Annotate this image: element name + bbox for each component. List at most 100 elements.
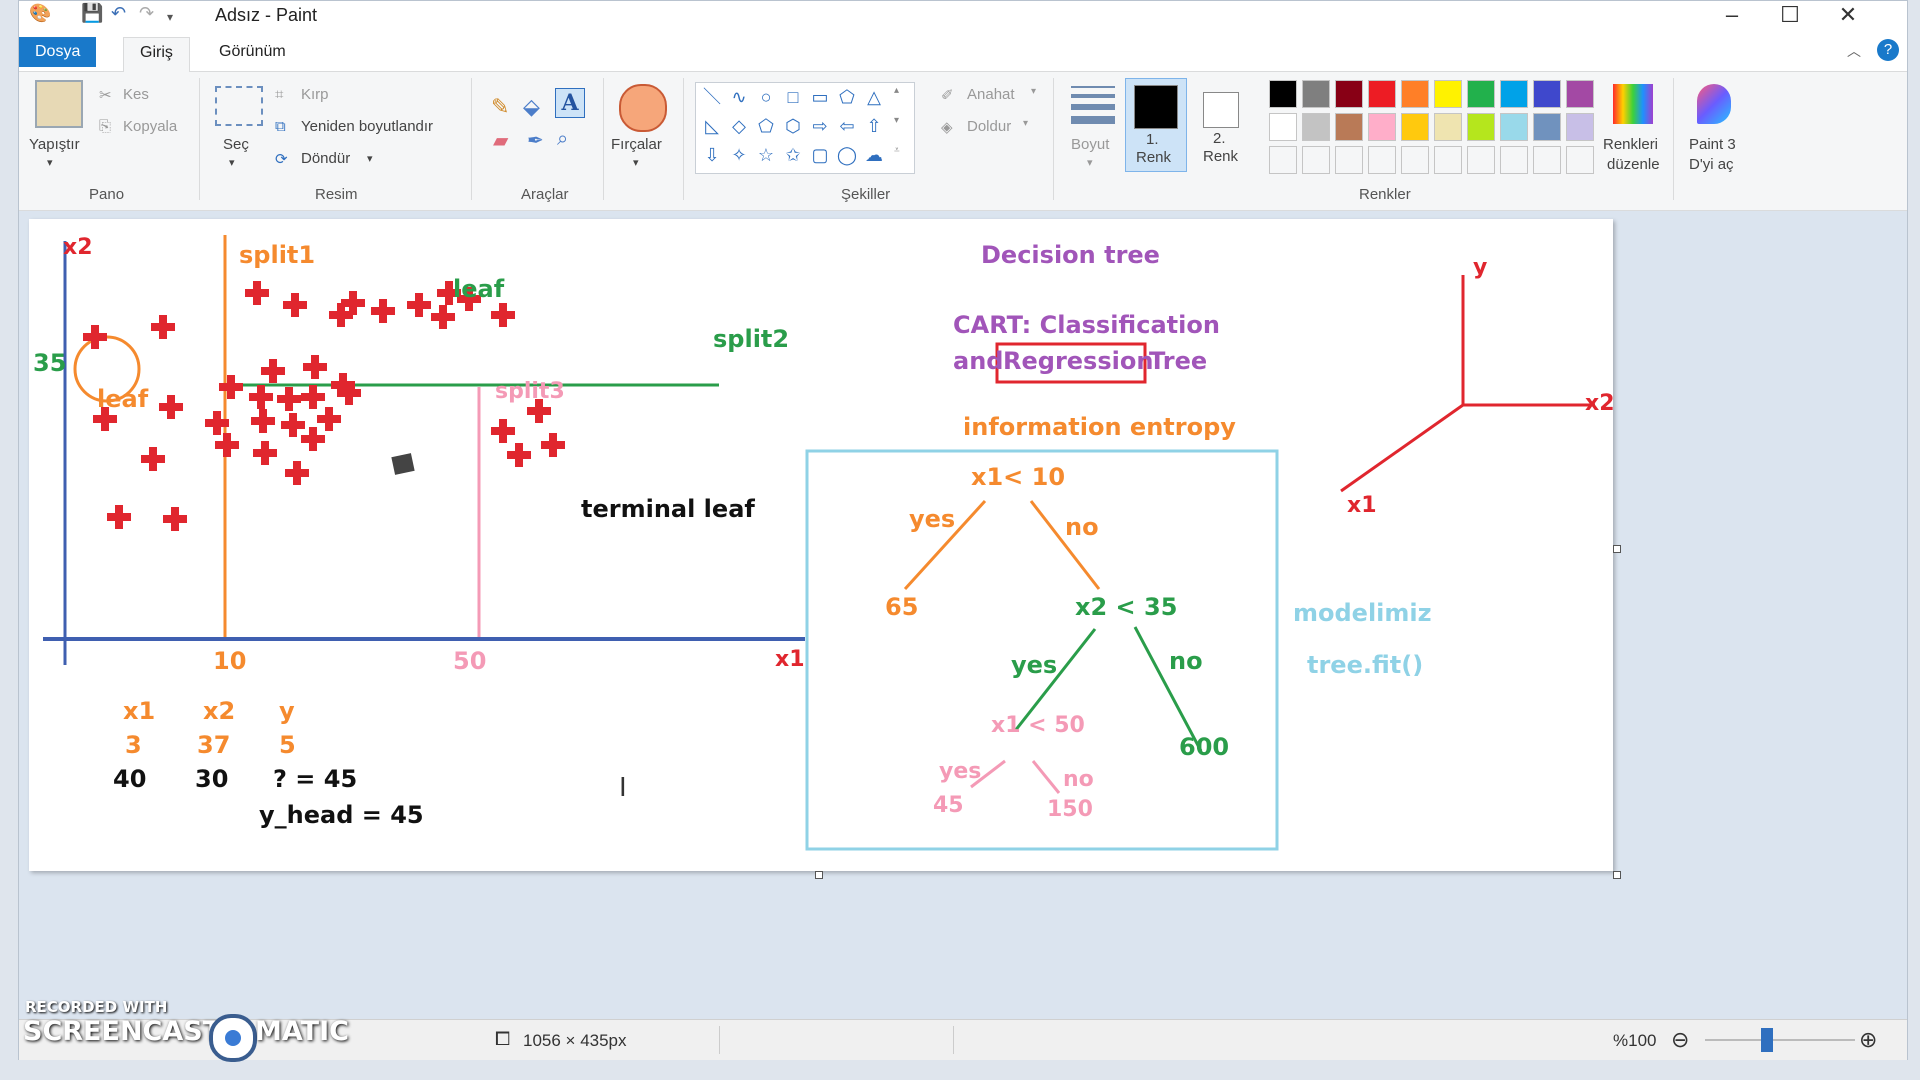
shape-tool-icon[interactable]: ＼	[700, 85, 724, 109]
palette-swatch[interactable]	[1368, 113, 1396, 141]
tab-file[interactable]: Dosya	[19, 37, 97, 67]
brushes-dropdown-icon[interactable]: ▾	[633, 156, 639, 169]
shape-tool-icon[interactable]: ◺	[700, 114, 724, 138]
palette-swatch[interactable]	[1302, 80, 1330, 108]
resize-button[interactable]: Yeniden boyutlandır	[301, 118, 433, 135]
zoom-out-icon[interactable]: ⊖	[1671, 1027, 1689, 1053]
drawing-canvas[interactable]: x2 x1 split1 split2 split3 leaf leaf ter…	[29, 219, 1615, 871]
tab-view[interactable]: Görünüm	[203, 37, 302, 67]
shape-tool-icon[interactable]: ▭	[808, 85, 832, 109]
shape-tool-icon[interactable]: ▢	[808, 143, 832, 167]
shape-tool-icon[interactable]: ⬡	[781, 114, 805, 138]
palette-swatch[interactable]	[1269, 80, 1297, 108]
palette-swatch[interactable]	[1302, 113, 1330, 141]
palette-swatch[interactable]	[1533, 146, 1561, 174]
palette-swatch[interactable]	[1467, 113, 1495, 141]
shape-tool-icon[interactable]: ☆	[754, 143, 778, 167]
eraser-icon[interactable]: ▰	[493, 128, 508, 153]
palette-swatch[interactable]	[1467, 80, 1495, 108]
size-icon[interactable]	[1071, 86, 1115, 124]
paint3d-icon[interactable]	[1697, 84, 1731, 124]
outline-dropdown-icon[interactable]: ▾	[1031, 86, 1036, 97]
select-icon[interactable]	[215, 86, 263, 126]
shape-tool-icon[interactable]: △	[862, 85, 886, 109]
palette-swatch[interactable]	[1566, 80, 1594, 108]
select-dropdown-icon[interactable]: ▾	[229, 156, 235, 169]
scroll-up-icon[interactable]: ▴	[894, 85, 899, 96]
color1-button[interactable]: 1. Renk	[1125, 78, 1187, 172]
shape-tool-icon[interactable]: ⇧	[862, 114, 886, 138]
palette-swatch[interactable]	[1467, 146, 1495, 174]
tab-home[interactable]: Giriş	[123, 37, 190, 72]
cut-button[interactable]: Kes	[123, 86, 149, 103]
brushes-button[interactable]: Fırçalar	[611, 136, 662, 153]
palette-swatch[interactable]	[1500, 113, 1528, 141]
scroll-down-icon[interactable]: ▾	[894, 115, 899, 126]
rotate-dropdown-icon[interactable]: ▾	[367, 152, 373, 165]
brushes-icon[interactable]	[619, 84, 667, 132]
shape-tool-icon[interactable]: ○	[754, 85, 778, 109]
fill-icon[interactable]: ⬙	[523, 94, 540, 120]
palette-swatch[interactable]	[1335, 113, 1363, 141]
paint-app-icon[interactable]: 🎨	[29, 3, 51, 24]
palette-swatch[interactable]	[1401, 146, 1429, 174]
palette-swatch[interactable]	[1533, 113, 1561, 141]
edit-colors-icon[interactable]	[1613, 84, 1653, 124]
edit-colors-line1[interactable]: Renkleri	[1603, 136, 1658, 153]
color2-button[interactable]: 2. Renk	[1191, 78, 1251, 170]
resize-handle-right[interactable]	[1613, 545, 1621, 553]
paint3d-line1[interactable]: Paint 3	[1689, 136, 1736, 153]
save-icon[interactable]: 💾	[81, 3, 103, 24]
shape-tool-icon[interactable]: ∿	[727, 85, 751, 109]
gallery-more-icon[interactable]: ⩡	[894, 145, 900, 156]
palette-swatch[interactable]	[1401, 113, 1429, 141]
palette-swatch[interactable]	[1434, 113, 1462, 141]
minimize-button[interactable]: –	[1703, 1, 1761, 29]
shape-tool-icon[interactable]: ⇦	[835, 114, 859, 138]
paste-button[interactable]: Yapıştır	[29, 136, 80, 153]
text-icon[interactable]: A	[555, 88, 585, 118]
color-picker-icon[interactable]: ✒	[527, 128, 544, 153]
shape-tool-icon[interactable]: ✩	[781, 143, 805, 167]
crop-button[interactable]: Kırp	[301, 86, 329, 103]
palette-swatch[interactable]	[1302, 146, 1330, 174]
rotate-button[interactable]: Döndür	[301, 150, 350, 167]
palette-swatch[interactable]	[1269, 146, 1297, 174]
zoom-in-icon[interactable]: ⊕	[1859, 1027, 1877, 1053]
paste-dropdown-icon[interactable]: ▾	[47, 156, 53, 169]
palette-swatch[interactable]	[1335, 80, 1363, 108]
customize-toolbar-icon[interactable]: ▾	[167, 10, 173, 24]
collapse-ribbon-icon[interactable]: ︿	[1847, 41, 1861, 61]
palette-swatch[interactable]	[1500, 80, 1528, 108]
palette-swatch[interactable]	[1335, 146, 1363, 174]
shape-tool-icon[interactable]: ◯	[835, 143, 859, 167]
zoom-slider-track[interactable]	[1705, 1039, 1855, 1041]
pencil-icon[interactable]: ✎	[491, 94, 509, 120]
close-button[interactable]: ✕	[1819, 1, 1877, 29]
palette-swatch[interactable]	[1401, 80, 1429, 108]
palette-swatch[interactable]	[1434, 80, 1462, 108]
copy-button[interactable]: Kopyala	[123, 118, 177, 135]
resize-handle-bottom[interactable]	[815, 871, 823, 879]
palette-swatch[interactable]	[1533, 80, 1561, 108]
redo-icon[interactable]: ↷	[139, 3, 154, 24]
shape-tool-icon[interactable]: □	[781, 85, 805, 109]
clipboard-icon[interactable]	[35, 80, 83, 128]
shape-tool-icon[interactable]: ☁	[862, 143, 886, 167]
palette-swatch[interactable]	[1566, 113, 1594, 141]
select-button[interactable]: Seç	[223, 136, 249, 153]
magnifier-icon[interactable]: ⌕	[557, 128, 568, 151]
shape-tool-icon[interactable]: ⇨	[808, 114, 832, 138]
palette-swatch[interactable]	[1269, 113, 1297, 141]
shape-tool-icon[interactable]: ◇	[727, 114, 751, 138]
palette-swatch[interactable]	[1368, 80, 1396, 108]
palette-swatch[interactable]	[1368, 146, 1396, 174]
size-button[interactable]: Boyut	[1071, 136, 1109, 153]
fill-dropdown-icon[interactable]: ▾	[1023, 118, 1028, 129]
shape-tool-icon[interactable]: ⬠	[754, 114, 778, 138]
shape-tool-icon[interactable]: ✧	[727, 143, 751, 167]
zoom-slider-thumb[interactable]	[1761, 1028, 1773, 1052]
maximize-button[interactable]: ☐	[1761, 1, 1819, 29]
palette-swatch[interactable]	[1566, 146, 1594, 174]
help-icon[interactable]: ?	[1877, 39, 1899, 61]
